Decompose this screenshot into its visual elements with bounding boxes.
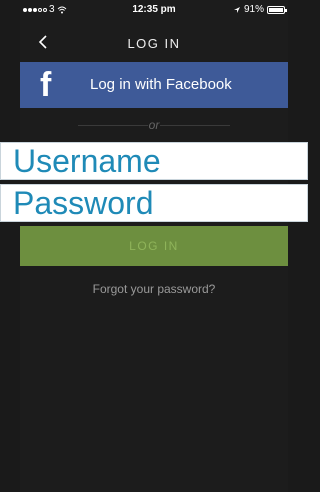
login-button[interactable]: LOG IN (20, 226, 288, 266)
battery-percent: 91% (243, 4, 264, 15)
location-arrow-icon (233, 6, 240, 13)
facebook-login-label: Log in with Facebook (90, 76, 232, 93)
status-bar: 3 12:35 pm 91% (20, 0, 288, 20)
or-label: or (148, 118, 160, 132)
facebook-login-button[interactable]: f Log in with Facebook (20, 62, 288, 108)
divider-line-right (160, 125, 230, 126)
facebook-icon: f (40, 66, 52, 104)
password-field-container (0, 184, 308, 222)
username-input[interactable] (1, 143, 307, 179)
username-field-container (0, 142, 308, 180)
battery-icon (267, 5, 287, 14)
or-divider: or (20, 118, 288, 132)
app-screen: 3 12:35 pm 91% LOG IN f Log in with Face… (0, 0, 308, 492)
forgot-password-link[interactable]: Forgot your password? (20, 282, 288, 296)
status-right: 91% (233, 4, 287, 15)
password-input[interactable] (1, 185, 307, 221)
page-title: LOG IN (127, 36, 181, 51)
nav-bar: LOG IN (20, 22, 288, 62)
